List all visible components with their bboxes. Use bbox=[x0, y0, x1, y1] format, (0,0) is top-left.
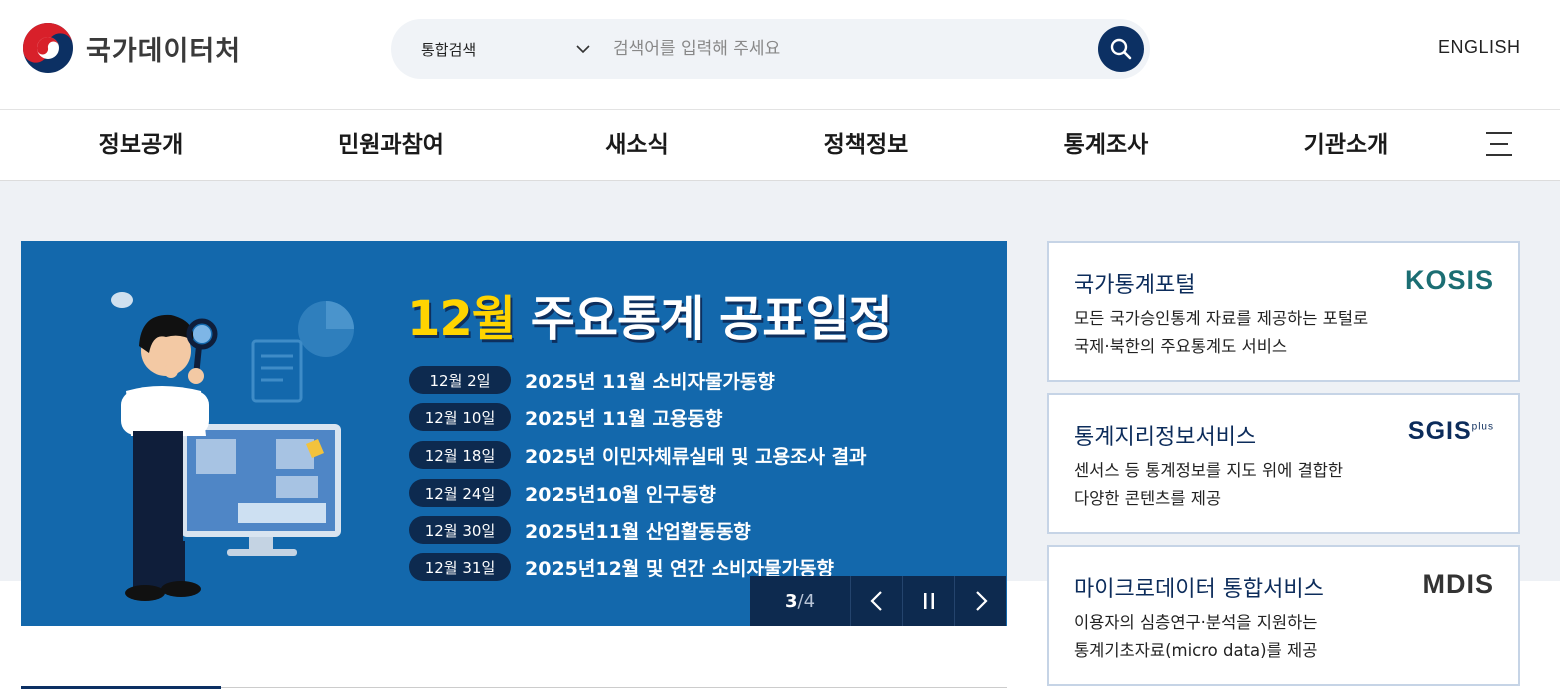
pager-current: 3 bbox=[784, 590, 798, 612]
schedule-date: 12월 2일 bbox=[409, 366, 511, 394]
search-icon bbox=[1110, 38, 1132, 60]
schedule-date: 12월 18일 bbox=[409, 441, 511, 469]
card-title: 마이크로데이터 통합서비스 bbox=[1074, 577, 1324, 602]
nav-item-civil-participation[interactable]: 민원과참여 bbox=[338, 110, 444, 180]
schedule-text: 2025년10월 인구동향 bbox=[525, 483, 716, 506]
card-title: 통계지리정보서비스 bbox=[1074, 425, 1257, 450]
kosis-card[interactable]: 국가통계포털 모든 국가승인통계 자료를 제공하는 포털로 국제·북한의 주요통… bbox=[1047, 241, 1520, 382]
banner-prev-button[interactable] bbox=[850, 576, 902, 626]
schedule-text: 2025년11월 산업활동동향 bbox=[525, 520, 751, 543]
schedule-item: 12월 10일 2025년 11월 고용동향 bbox=[409, 403, 722, 431]
nav-item-news[interactable]: 새소식 bbox=[605, 110, 668, 180]
banner-next-button[interactable] bbox=[954, 576, 1006, 626]
search-bar: 통합검색 bbox=[391, 19, 1150, 79]
mdis-logo: MDIS bbox=[1422, 569, 1494, 599]
sgis-card[interactable]: 통계지리정보서비스 센서스 등 통계정보를 지도 위에 결합한 다양한 콘텐츠를… bbox=[1047, 393, 1520, 534]
taegeuk-logo-icon bbox=[23, 23, 73, 73]
banner-pause-button[interactable] bbox=[902, 576, 954, 626]
kosis-logo: KOSIS bbox=[1404, 265, 1494, 295]
search-scope-select[interactable]: 통합검색 bbox=[421, 19, 591, 79]
person-with-magnifier-illustration-icon bbox=[111, 292, 354, 601]
english-link[interactable]: ENGLISH bbox=[1438, 37, 1521, 58]
card-title: 국가통계포털 bbox=[1074, 273, 1196, 298]
sgis-logo: SGISplus bbox=[1408, 417, 1494, 446]
chevron-down-icon bbox=[576, 45, 590, 54]
search-input[interactable] bbox=[613, 29, 1083, 69]
banner-title-month: 12월 bbox=[407, 291, 516, 347]
banner-title-rest: 주요통계 공표일정 bbox=[530, 291, 893, 347]
logo-text: 국가데이터처 bbox=[86, 35, 242, 67]
schedule-text: 2025년 11월 고용동향 bbox=[525, 407, 723, 430]
nav-item-about[interactable]: 기관소개 bbox=[1304, 110, 1389, 180]
schedule-item: 12월 30일 2025년11월 산업활동동향 bbox=[409, 516, 751, 544]
pause-icon bbox=[923, 593, 934, 609]
schedule-date: 12월 10일 bbox=[409, 403, 511, 431]
mdis-card[interactable]: 마이크로데이터 통합서비스 이용자의 심층연구·분석을 지원하는 통계기초자료(… bbox=[1047, 545, 1520, 686]
search-scope-label: 통합검색 bbox=[421, 40, 477, 59]
schedule-text: 2025년 이민자체류실태 및 고용조사 결과 bbox=[525, 445, 867, 468]
pager-total: 4 bbox=[803, 590, 816, 612]
main-nav: 정보공개 민원과참여 새소식 정책정보 통계조사 기관소개 bbox=[0, 110, 1560, 181]
schedule-date: 12월 30일 bbox=[409, 516, 511, 544]
schedule-date: 12월 31일 bbox=[409, 553, 511, 581]
schedule-item: 12월 24일 2025년10월 인구동향 bbox=[409, 479, 716, 507]
schedule-item: 12월 2일 2025년 11월 소비자물가동향 bbox=[409, 366, 775, 394]
search-button[interactable] bbox=[1098, 26, 1144, 72]
schedule-text: 2025년 11월 소비자물가동향 bbox=[525, 370, 775, 393]
banner-title: 12월 주요통계 공표일정 bbox=[407, 279, 893, 349]
schedule-item: 12월 18일 2025년 이민자체류실태 및 고용조사 결과 bbox=[409, 441, 867, 469]
sgis-logo-text: SGIS bbox=[1407, 417, 1472, 445]
header: 국가데이터처 통합검색 ENGLISH bbox=[0, 0, 1560, 110]
card-description: 이용자의 심층연구·분석을 지원하는 통계기초자료(micro data)를 제… bbox=[1074, 613, 1318, 660]
banner-controls: 3/4 bbox=[750, 576, 1006, 626]
nav-item-statistical-survey[interactable]: 통계조사 bbox=[1064, 110, 1149, 180]
schedule-date: 12월 24일 bbox=[409, 479, 511, 507]
sgis-logo-sup: plus bbox=[1471, 421, 1494, 433]
nav-item-policy-info[interactable]: 정책정보 bbox=[824, 110, 909, 180]
menu-icon[interactable] bbox=[1486, 132, 1512, 158]
chevron-right-icon bbox=[975, 591, 988, 611]
banner-pager: 3/4 bbox=[750, 576, 850, 626]
card-description: 모든 국가승인통계 자료를 제공하는 포털로 국제·북한의 주요통계도 서비스 bbox=[1074, 309, 1369, 356]
nav-item-info-disclosure[interactable]: 정보공개 bbox=[99, 110, 184, 180]
chevron-left-icon bbox=[869, 591, 882, 611]
bottom-divider bbox=[221, 687, 1007, 688]
logo[interactable]: 국가데이터처 bbox=[22, 22, 241, 74]
main-banner[interactable]: 12월 주요통계 공표일정 12월 2일 2025년 11월 소비자물가동향 1… bbox=[21, 241, 1007, 626]
card-description: 센서스 등 통계정보를 지도 위에 결합한 다양한 콘텐츠를 제공 bbox=[1074, 461, 1344, 508]
